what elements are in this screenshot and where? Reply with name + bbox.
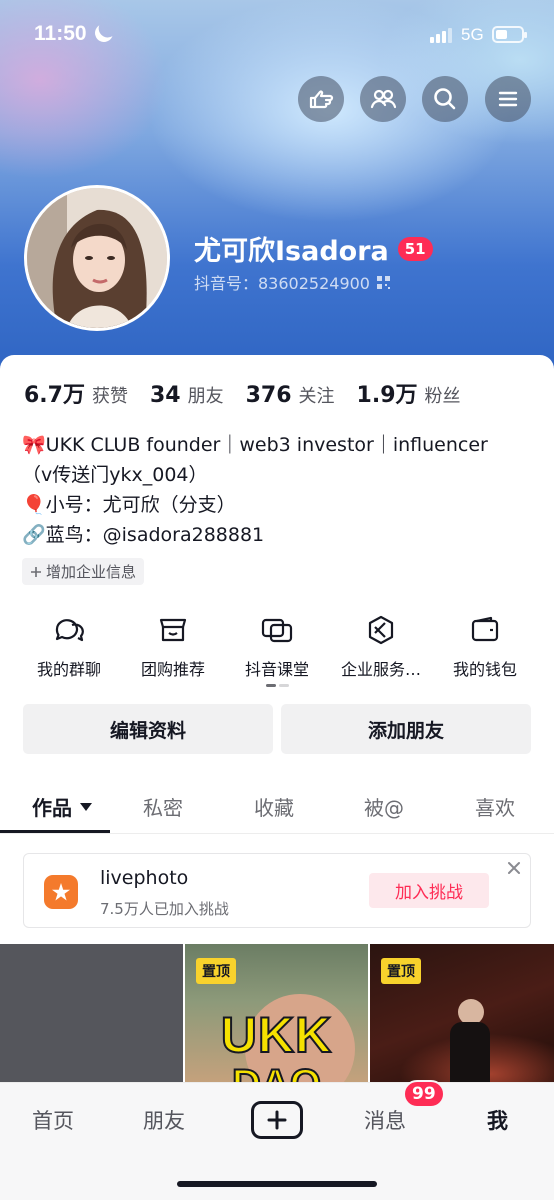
tab-works-label: 作品 — [32, 796, 72, 820]
add-business-info-button[interactable]: 增加企业信息 — [22, 558, 145, 585]
battery-icon — [492, 26, 527, 43]
menu-icon — [498, 91, 518, 107]
stat-likes[interactable]: 6.7万 获赞 — [24, 377, 128, 409]
stat-friends-label: 朋友 — [187, 386, 224, 407]
tab-underline — [0, 830, 110, 833]
livephoto-icon — [44, 875, 78, 909]
service-label: 我的钱包 — [452, 660, 517, 679]
services-page-indicator — [266, 684, 289, 687]
challenge-subtitle: 7.5万人已加入挑战 — [100, 900, 229, 918]
profile-bio: 🎀UKK CLUB founder｜web3 investor｜influenc… — [22, 430, 488, 550]
signal-icon — [430, 27, 452, 43]
video-thumbnail[interactable]: 置顶 — [370, 944, 554, 1089]
add-friend-button[interactable]: 添加朋友 — [281, 704, 531, 754]
profile-stats: 6.7万 获赞 34 朋友 376 关注 1.9万 粉丝 — [24, 377, 483, 409]
stat-following[interactable]: 376 关注 — [246, 382, 335, 408]
edit-profile-button[interactable]: 编辑资料 — [23, 704, 273, 754]
friends-icon — [370, 89, 397, 109]
stat-followers-label: 粉丝 — [424, 386, 461, 407]
tab-favorites[interactable]: 收藏 — [254, 792, 294, 821]
enterprise-icon — [368, 615, 394, 645]
avatar[interactable] — [24, 185, 170, 331]
home-indicator — [177, 1181, 377, 1187]
service-label: 团购推荐 — [140, 660, 205, 679]
pinned-badge: 置顶 — [196, 958, 236, 984]
nav-friends[interactable]: 朋友 — [143, 1105, 185, 1135]
bio-line: 🎀UKK CLUB founder｜web3 investor｜influenc… — [22, 434, 488, 456]
status-bar: 11:50 5G — [0, 0, 554, 70]
search-button[interactable] — [422, 76, 468, 122]
stat-friends-value: 34 — [149, 383, 181, 408]
nav-messages[interactable]: 消息 — [364, 1105, 406, 1135]
search-icon — [434, 88, 456, 110]
douyin-id[interactable]: 抖音号：83602524900 — [194, 270, 391, 294]
stat-followers-value: 1.9万 — [356, 383, 418, 408]
group-chat-icon — [55, 619, 84, 642]
caret-down-icon — [80, 802, 92, 811]
hand-point-button[interactable] — [298, 76, 344, 122]
bottom-navigation: 首页 朋友 消息 99 我 — [0, 1080, 554, 1200]
stat-likes-label: 获赞 — [91, 386, 128, 407]
services-row: 我的群聊 团购推荐 抖音课堂 企业服务… 我的钱包 — [0, 612, 554, 680]
douyin-id-text: 抖音号：83602524900 — [194, 274, 370, 293]
service-classroom[interactable]: 抖音课堂 — [222, 612, 332, 680]
service-group-chat[interactable]: 我的群聊 — [14, 612, 124, 680]
status-time: 11:50 — [34, 22, 87, 45]
stat-following-label: 关注 — [298, 386, 335, 407]
service-group-buy[interactable]: 团购推荐 — [118, 612, 228, 680]
menu-button[interactable] — [485, 76, 531, 122]
join-challenge-button[interactable]: 加入挑战 — [369, 873, 489, 908]
hand-point-icon — [309, 90, 334, 109]
pinned-badge: 置顶 — [381, 958, 421, 984]
qr-code-icon — [376, 275, 390, 289]
video-thumbnail[interactable] — [0, 944, 183, 1089]
nav-me[interactable]: 我 — [487, 1105, 508, 1135]
profile-name: 尤可欣Isadora — [194, 236, 389, 267]
plus-icon — [31, 566, 41, 577]
service-label: 企业服务… — [340, 660, 421, 679]
messages-badge: 99 — [403, 1080, 445, 1108]
service-label: 抖音课堂 — [244, 660, 309, 679]
bio-line: 🎈小号：尤可欣（分支） — [22, 494, 236, 516]
service-label: 我的群聊 — [36, 660, 101, 679]
avatar-image — [27, 188, 167, 328]
tab-works[interactable]: 作品 — [32, 792, 92, 821]
create-button[interactable] — [251, 1101, 303, 1139]
profile-name-row: 尤可欣Isadora 51 — [194, 229, 433, 268]
nav-home[interactable]: 首页 — [32, 1105, 74, 1135]
stat-friends[interactable]: 34 朋友 — [150, 382, 224, 408]
close-icon[interactable] — [506, 860, 522, 876]
friends-button[interactable] — [360, 76, 406, 122]
service-enterprise[interactable]: 企业服务… — [326, 612, 436, 680]
bio-line: （v传送门ykx_004） — [22, 464, 208, 486]
tab-private[interactable]: 私密 — [143, 792, 183, 821]
classroom-icon — [261, 618, 293, 643]
content-tabs: 作品 私密 收藏 被@ 喜欢 — [0, 778, 554, 834]
add-business-info-label: 增加企业信息 — [46, 563, 137, 581]
tab-mentions[interactable]: 被@ — [364, 792, 404, 821]
service-wallet[interactable]: 我的钱包 — [430, 612, 540, 680]
wallet-icon — [471, 616, 499, 642]
challenge-title: livephoto — [100, 867, 189, 889]
video-thumbnail[interactable]: UKK DAO 置顶 — [185, 944, 368, 1089]
bio-line: 🔗蓝鸟：@isadora288881 — [22, 524, 265, 546]
store-icon — [159, 618, 187, 642]
stat-following-value: 376 — [245, 383, 292, 408]
do-not-disturb-icon — [92, 21, 115, 44]
network-type: 5G — [461, 25, 484, 44]
plus-icon — [267, 1110, 287, 1130]
tab-likes[interactable]: 喜欢 — [475, 792, 515, 821]
challenge-card[interactable]: livephoto 7.5万人已加入挑战 加入挑战 — [23, 853, 531, 928]
profile-badge[interactable]: 51 — [397, 236, 433, 261]
stat-followers[interactable]: 1.9万 粉丝 — [357, 377, 461, 409]
video-overlay-text: UKK — [220, 1006, 333, 1064]
stat-likes-value: 6.7万 — [24, 383, 85, 408]
